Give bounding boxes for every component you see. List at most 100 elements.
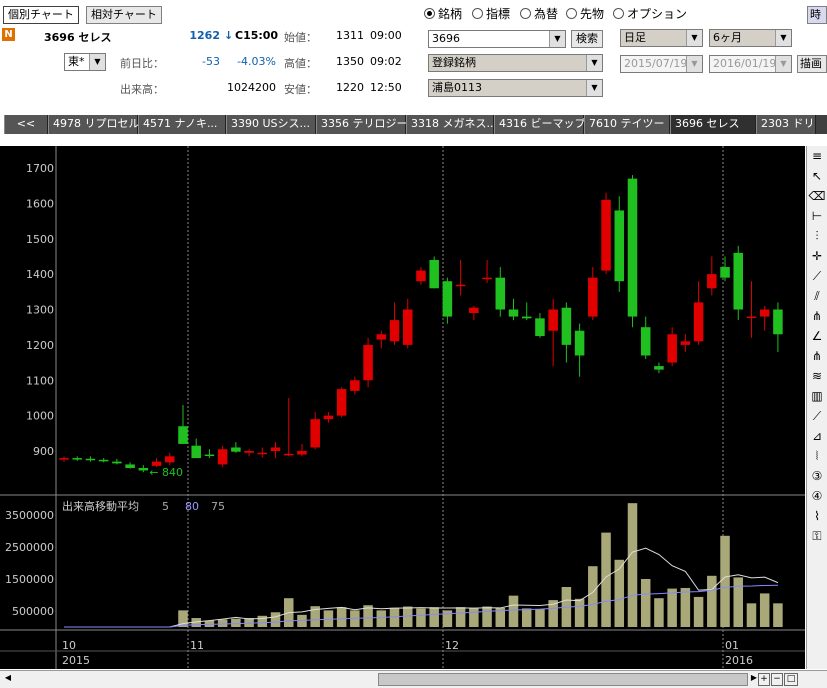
candle-body <box>376 334 387 340</box>
candle-body <box>627 178 638 317</box>
number-icon[interactable]: ③ <box>807 466 827 486</box>
text-icon[interactable]: ⊿ <box>807 426 827 446</box>
step-icon[interactable]: ⦚ <box>807 446 827 466</box>
candle-body <box>244 451 254 453</box>
volume-bar <box>402 606 413 627</box>
volume-tick-label: 500000 <box>12 605 54 618</box>
volume-bar <box>455 607 466 627</box>
to-date-value: 2016/01/19 <box>713 57 777 70</box>
stock-tab[interactable]: 3696 セレス <box>670 115 756 134</box>
group-value: 浦島0113 <box>432 81 482 94</box>
volume-bar <box>323 610 334 627</box>
number-4-icon[interactable]: ④ <box>807 486 827 506</box>
stock-tab[interactable]: 4571 ナノキ... <box>138 115 226 134</box>
candle-body <box>363 344 373 381</box>
candle-body <box>588 277 598 317</box>
angle-icon[interactable]: ∠ <box>807 326 827 346</box>
month-label: 01 <box>725 639 739 652</box>
stock-tab[interactable]: 3356 テリロジー <box>316 115 408 134</box>
relative-chart-button[interactable]: 相対チャート <box>86 6 162 24</box>
horizontal-scrollbar[interactable]: ◀ ▶ + − □ <box>0 670 827 688</box>
code-combobox[interactable]: 3696 ▼ <box>428 30 566 48</box>
change-percent: -4.03% <box>237 55 276 68</box>
to-date-select[interactable]: 2016/01/19 ▼ <box>709 55 792 73</box>
volume-bar <box>614 559 625 627</box>
zoom-out-icon[interactable]: − <box>771 673 783 686</box>
radio-options[interactable]: オプション <box>613 5 687 22</box>
low-label: 安値： <box>284 83 317 96</box>
volume-bar <box>257 615 268 627</box>
chevron-down-icon: ▼ <box>586 55 602 71</box>
candle-body <box>535 318 545 337</box>
eraser-icon[interactable]: ⌫ <box>807 186 827 206</box>
menu-icon[interactable]: ≡ <box>807 146 827 166</box>
month-label: 10 <box>62 639 76 652</box>
pointer-icon[interactable]: ↖ <box>807 166 827 186</box>
list-select[interactable]: 登録銘柄 ▼ <box>428 54 603 72</box>
scroll-thumb[interactable] <box>378 673 748 686</box>
volume-value: 1024200 <box>227 81 276 94</box>
from-date-value: 2015/07/19 <box>624 57 688 70</box>
volume-bar <box>231 618 241 627</box>
chevron-down-icon: ▼ <box>549 31 565 47</box>
corner-button[interactable]: 時 <box>807 6 827 24</box>
pitchfork-icon[interactable]: ⋔ <box>807 346 827 366</box>
fibonacci-icon[interactable]: ≋ <box>807 366 827 386</box>
volume-label: 出来高： <box>120 83 164 96</box>
volume-tick-label: 3500000 <box>5 509 54 522</box>
chart-svg: 10 11 12 01 2015 2016 900 1000 1100 1200 1300 1400 1… <box>0 146 805 669</box>
chevron-down-icon: ▼ <box>686 56 702 72</box>
volume-bar <box>416 608 426 627</box>
horizontal-line-icon[interactable]: ⊢ <box>807 206 827 226</box>
radio-icon <box>472 8 483 19</box>
scroll-left-icon[interactable]: ◀ <box>2 673 14 686</box>
chart-area[interactable]: 10 11 12 01 2015 2016 900 1000 1100 1200 1300 1400 1… <box>0 146 805 669</box>
candle-body <box>442 281 453 317</box>
tab-scroll-left[interactable]: << <box>4 115 48 134</box>
list-value: 登録銘柄 <box>432 56 476 69</box>
grid-icon[interactable]: ▥ <box>807 386 827 406</box>
interval-select[interactable]: 日足 ▼ <box>620 29 703 47</box>
group-select[interactable]: 浦島0113 ▼ <box>428 79 603 97</box>
candle-body <box>138 467 149 471</box>
radio-futures[interactable]: 先物 <box>566 5 604 22</box>
from-date-select[interactable]: 2015/07/19 ▼ <box>620 55 703 73</box>
low-time: 12:50 <box>370 81 402 94</box>
candle-body <box>151 461 162 466</box>
cross-line-icon[interactable]: ✛ <box>807 246 827 266</box>
vertical-line-icon[interactable]: ⫶ <box>807 226 827 246</box>
exchange-value: 東* <box>68 55 85 68</box>
channel-icon[interactable]: ⫽ <box>807 286 827 306</box>
ray-icon[interactable]: ⟋ <box>807 406 827 426</box>
candle-body <box>217 449 228 465</box>
radio-selected-icon <box>424 8 435 19</box>
chevron-down-icon: ▼ <box>686 30 702 46</box>
radio-stock[interactable]: 銘柄 <box>424 5 462 22</box>
stock-tab[interactable]: 4316 ビーマップ <box>494 115 586 134</box>
trend-line-icon[interactable]: ⟋ <box>807 266 827 286</box>
exchange-select[interactable]: 東* ▼ <box>64 53 106 71</box>
candle-body <box>759 309 770 317</box>
fan-icon[interactable]: ⋔ <box>807 306 827 326</box>
zoom-in-icon[interactable]: + <box>758 673 770 686</box>
volume-bar <box>733 577 744 627</box>
stock-tab[interactable]: 7610 テイツー <box>584 115 670 134</box>
individual-chart-button[interactable]: 個別チャート <box>3 6 79 24</box>
stock-tab[interactable]: 2303 ドリ <box>756 115 816 134</box>
search-button[interactable]: 検索 <box>571 30 603 48</box>
lock-icon[interactable]: ⚿ <box>807 526 827 546</box>
draw-button[interactable]: 描画 <box>797 55 827 73</box>
chevron-down-icon: ▼ <box>775 30 791 46</box>
chevron-down-icon: ▼ <box>775 56 791 72</box>
radio-forex[interactable]: 為替 <box>520 5 558 22</box>
zoom-fit-icon[interactable]: □ <box>784 673 798 686</box>
stock-tab[interactable]: 3318 メガネス... <box>406 115 497 134</box>
radio-indicator[interactable]: 指標 <box>472 5 510 22</box>
candle-body <box>283 453 294 456</box>
candle-body <box>680 341 691 345</box>
cycle-icon[interactable]: ⌇ <box>807 506 827 526</box>
stock-tab[interactable]: 3390 USシス... <box>226 115 316 134</box>
stock-tab[interactable]: 4978 リプロセル <box>48 115 140 134</box>
open-label: 始値： <box>284 31 317 44</box>
range-select[interactable]: 6ヶ月 ▼ <box>709 29 792 47</box>
